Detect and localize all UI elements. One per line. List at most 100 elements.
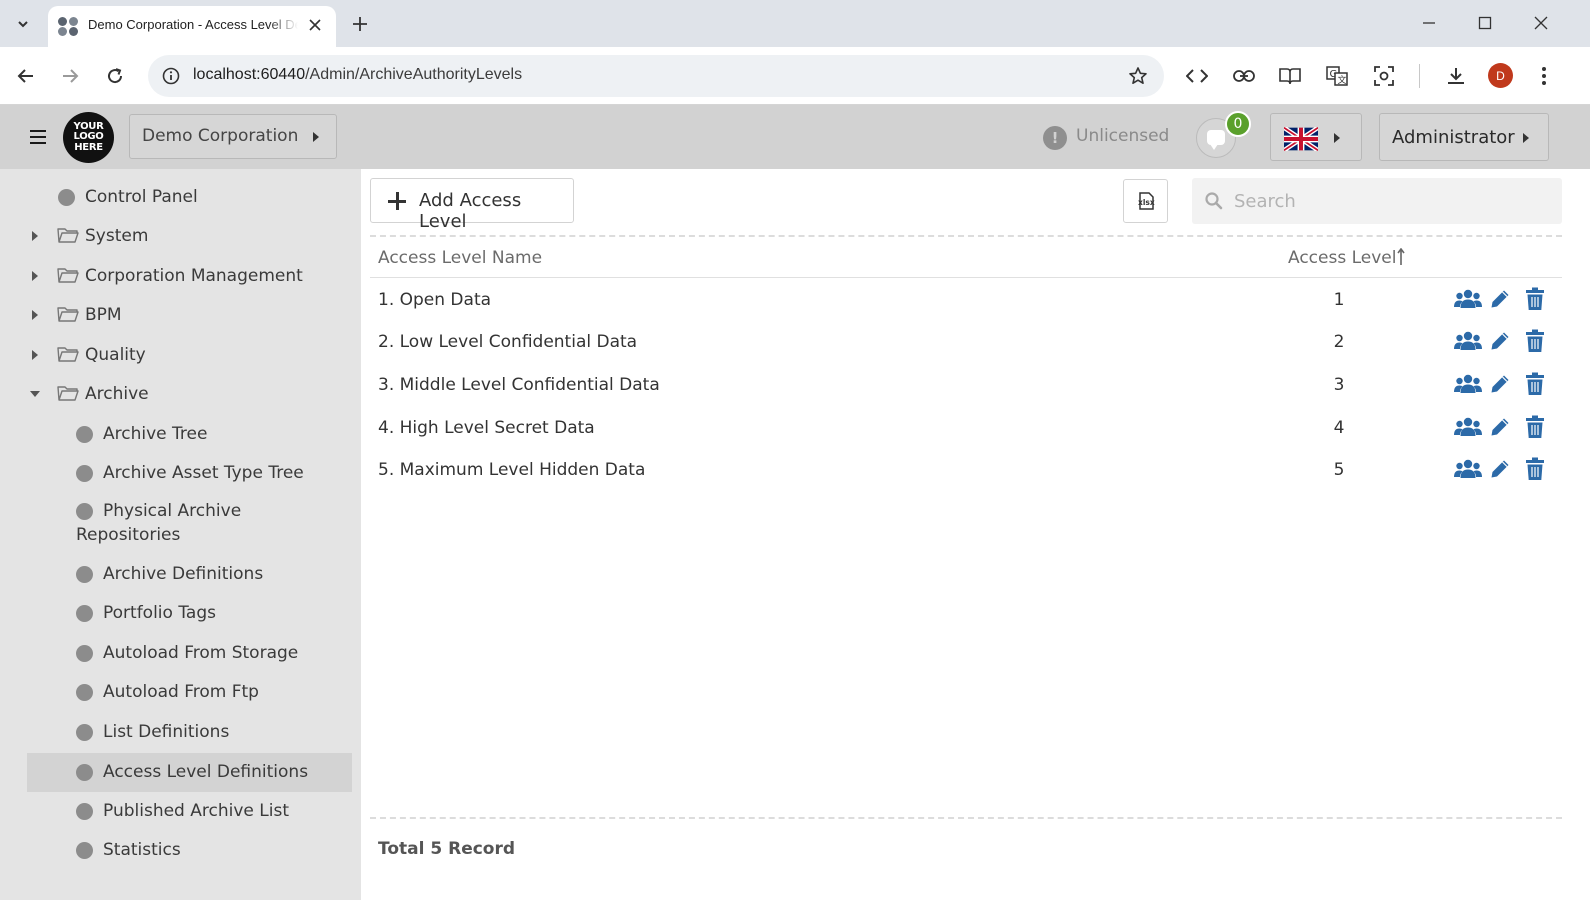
row-name: 1. Open Data [378,290,492,310]
sidebar-item-label: List Definitions [103,722,230,742]
search-input[interactable] [1234,186,1534,216]
sort-ascending-icon[interactable] [1396,248,1406,266]
caret-down-icon[interactable] [30,391,40,397]
sidebar-item-label: Access Level Definitions [103,762,309,782]
caret-right-icon[interactable] [32,271,38,281]
download-icon[interactable] [1442,62,1470,90]
edit-icon[interactable] [1486,414,1514,440]
trash-icon[interactable] [1521,328,1549,354]
reload-button[interactable] [100,61,130,91]
edit-icon[interactable] [1486,328,1514,354]
trash-icon[interactable] [1521,456,1549,482]
row-name: 3. Middle Level Confidential Data [378,375,660,395]
sidebar-item-label: Quality [85,345,146,365]
sidebar-item-archive-tree[interactable]: Archive Tree [27,416,352,452]
add-access-level-button[interactable]: Add Access Level [370,178,574,232]
address-bar[interactable]: localhost:60440/Admin/ArchiveAuthorityLe… [148,55,1164,97]
url-text[interactable]: localhost:60440/Admin/ArchiveAuthorityLe… [193,66,522,84]
sidebar-item-archive[interactable]: Archive [27,376,352,412]
caret-right-icon[interactable] [32,350,38,360]
chat-bubble-icon [1207,130,1225,150]
language-selector[interactable] [1270,113,1362,161]
sidebar-item-physical-archive-repositories[interactable]: Physical Archive Repositories [27,494,352,552]
sidebar-item-system[interactable]: System [27,218,352,254]
sidebar-item-quality[interactable]: Quality [27,337,352,373]
bookmark-star-icon[interactable] [1126,64,1150,88]
sidebar-item-corporation-management[interactable]: Corporation Management [27,258,352,294]
sidebar-item-autoload-from-ftp[interactable]: Autoload From Ftp [27,674,352,710]
new-tab-button[interactable] [346,10,374,38]
bullet-icon [76,803,93,820]
sidebar-item-list-definitions[interactable]: List Definitions [27,714,352,750]
edit-icon[interactable] [1486,371,1514,397]
edit-icon[interactable] [1486,286,1514,312]
bullet-icon [76,566,93,583]
folder-icon [57,347,79,362]
forward-button[interactable] [55,61,85,91]
user-menu[interactable]: Administrator [1379,113,1549,161]
tab-search-button[interactable] [8,10,38,38]
tab-close-button[interactable] [304,14,326,36]
trash-icon[interactable] [1521,414,1549,440]
users-icon[interactable] [1454,371,1482,397]
edit-icon[interactable] [1486,456,1514,482]
reading-mode-icon[interactable] [1276,62,1304,90]
site-info-icon[interactable] [160,65,182,87]
caret-right-icon[interactable] [32,310,38,320]
caret-right-icon[interactable] [32,231,38,241]
folder-icon [57,228,79,243]
export-xlsx-button[interactable]: xlsx [1123,179,1168,223]
bullet-icon [76,842,93,859]
sidebar-item-statistics[interactable]: Statistics [27,832,352,868]
sidebar-item-label: Published Archive List [103,801,289,821]
window-close-button[interactable] [1521,8,1561,38]
bullet-icon [76,503,93,520]
minimize-button[interactable] [1409,8,1449,38]
row-level: 5 [1333,460,1345,480]
company-logo: YOUR LOGO HERE [63,112,114,163]
trash-icon[interactable] [1521,371,1549,397]
sidebar-item-archive-definitions[interactable]: Archive Definitions [27,556,352,592]
folder-icon [57,307,79,322]
sidebar-item-published-archive-list[interactable]: Published Archive List [27,793,352,829]
sidebar-item-access-level-definitions[interactable]: Access Level Definitions [27,753,352,792]
screenshot-lens-icon[interactable] [1370,62,1398,90]
users-icon[interactable] [1454,456,1482,482]
profile-avatar[interactable]: D [1488,63,1513,88]
svg-text:文: 文 [1338,74,1347,86]
sidebar-item-autoload-from-storage[interactable]: Autoload From Storage [27,635,352,671]
column-header-access-level[interactable]: Access Level [1288,248,1396,268]
users-icon[interactable] [1454,286,1482,312]
footer-divider [370,817,1562,819]
row-level: 2 [1333,332,1345,352]
back-button[interactable] [11,61,41,91]
browser-tab-active[interactable]: Demo Corporation - Access Level Definiti… [48,6,336,47]
maximize-button[interactable] [1465,8,1505,38]
sidebar-item-portfolio-tags[interactable]: Portfolio Tags [27,595,352,631]
users-icon[interactable] [1454,414,1482,440]
caret-right-icon [1523,133,1529,143]
kebab-menu-icon[interactable] [1530,62,1558,90]
search-field[interactable] [1192,178,1562,224]
trash-icon[interactable] [1521,286,1549,312]
hamburger-menu-icon[interactable] [27,127,49,147]
translate-icon[interactable]: G文 [1323,62,1351,90]
code-icon[interactable] [1183,62,1211,90]
sidebar-item-archive-asset-type-tree[interactable]: Archive Asset Type Tree [27,455,352,491]
sidebar-item-bpm[interactable]: BPM [27,297,352,333]
users-icon[interactable] [1454,328,1482,354]
column-header-name[interactable]: Access Level Name [378,248,542,268]
sidebar-item-label: Corporation Management [85,266,303,286]
main-content: Add Access Level xlsx Access Level Name … [361,169,1590,900]
company-selector[interactable]: Demo Corporation [129,114,337,159]
message-count-badge: 0 [1225,111,1251,137]
bullet-icon [76,465,93,482]
sidebar-item-control-panel[interactable]: Control Panel [27,179,352,215]
sidebar-item-label: Archive Asset Type Tree [103,463,304,483]
app-header: YOUR LOGO HERE Demo Corporation ! Unlice… [0,105,1590,169]
link-icon[interactable] [1230,62,1258,90]
row-level: 3 [1333,375,1345,395]
table-header-divider [370,277,1562,278]
arrow-left-icon [17,69,33,83]
row-name: 4. High Level Secret Data [378,418,595,438]
